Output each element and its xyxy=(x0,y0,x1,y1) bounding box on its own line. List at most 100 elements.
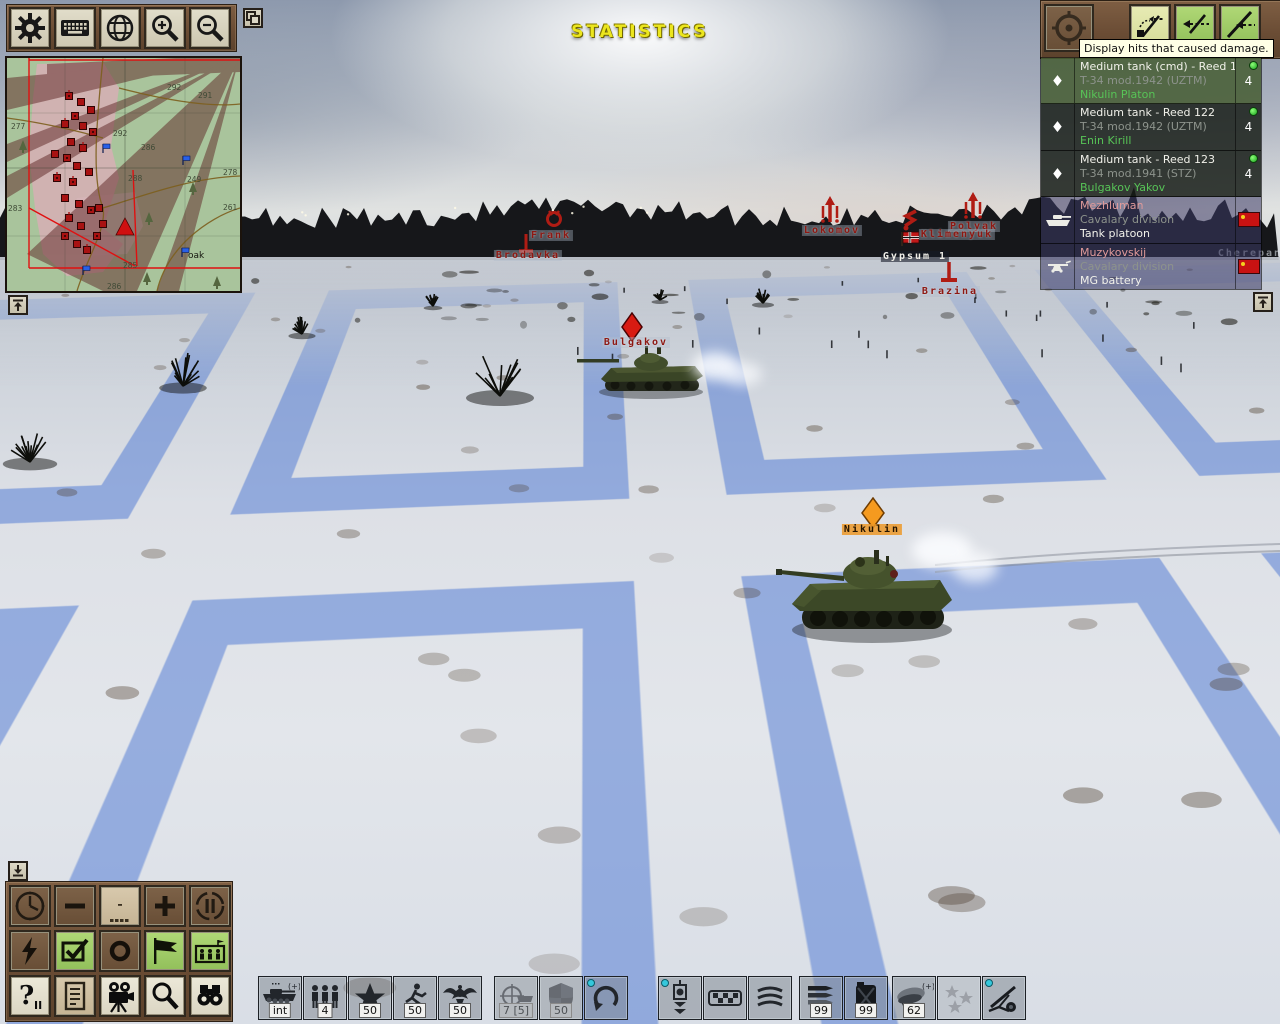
stat-stamina-button[interactable]: 50 xyxy=(393,976,437,1020)
stat-armor-button[interactable]: 50 xyxy=(539,976,583,1020)
help-button[interactable]: ? II xyxy=(9,975,51,1017)
speed-down-button[interactable] xyxy=(54,885,96,927)
formation-type-icon xyxy=(1041,244,1075,289)
stat-fuel-button[interactable]: 99 xyxy=(844,976,888,1020)
stat-value: 50 xyxy=(404,1003,426,1018)
place-label: oak xyxy=(188,251,205,261)
stat-morale-button[interactable]: 50 xyxy=(348,976,392,1020)
stat-value: 7 [5] xyxy=(499,1003,533,1018)
refresh-icon xyxy=(590,982,622,1014)
elevation-label: 249 xyxy=(187,175,202,184)
clock-button[interactable] xyxy=(9,885,51,927)
minimap[interactable]: 277 292 291 292 286 288 249 278 261 283 … xyxy=(5,56,242,293)
formation-commander: Mezhluman xyxy=(1080,199,1235,213)
unit-label: Frank xyxy=(529,230,573,241)
help-icon: ? II xyxy=(13,979,47,1013)
hull-down-button[interactable] xyxy=(658,976,702,1020)
zoom-in-icon xyxy=(149,12,181,44)
unit-row[interactable]: ♦ Medium tank (cmd) - Reed 121 T-34 mod.… xyxy=(1041,58,1261,104)
globe-button[interactable] xyxy=(99,7,141,49)
toggle-dot xyxy=(985,979,993,987)
elevation-label: 278 xyxy=(223,168,238,177)
keyboard-button[interactable] xyxy=(54,7,96,49)
elevation-label: 277 xyxy=(11,122,26,131)
selected-unit-label: Nikulin xyxy=(842,524,902,535)
confirm-order-button[interactable] xyxy=(54,930,96,972)
unit-type-icon: ♦ xyxy=(1041,104,1075,149)
camera-icon xyxy=(103,979,137,1013)
elevation-label: 261 xyxy=(223,203,238,212)
minimap-collapse-button[interactable] xyxy=(8,295,28,315)
zoom-out-button[interactable] xyxy=(189,7,231,49)
reset-orders-button[interactable] xyxy=(584,976,628,1020)
status-dot xyxy=(1249,61,1258,70)
collapse-up-icon xyxy=(1256,295,1270,309)
move-mode-button[interactable] xyxy=(748,976,792,1020)
formation-division: Cavalary division xyxy=(1080,260,1235,274)
svg-text:(+): (+) xyxy=(288,982,300,991)
checkbox-icon xyxy=(59,935,91,967)
unit-label: Klimenyuk xyxy=(919,229,995,240)
stat-experience-button[interactable]: 50 xyxy=(438,976,482,1020)
hull-down-icon xyxy=(665,979,695,1017)
elevation-label: 292 xyxy=(113,129,128,138)
unit-row[interactable]: ♦ Medium tank - Reed 122 T-34 mod.1942 (… xyxy=(1041,104,1261,150)
unit-commander: Nikulin Platon xyxy=(1080,88,1235,102)
diamond-icon: ♦ xyxy=(1051,165,1064,183)
objectives-button[interactable] xyxy=(144,930,186,972)
svg-text:?: ? xyxy=(19,981,34,1011)
formation-row[interactable]: Muzykovskij Cavalary division MG battery xyxy=(1041,244,1261,289)
plus-icon xyxy=(150,891,180,921)
tank-bulgakov[interactable] xyxy=(577,346,703,399)
clock-icon xyxy=(13,889,47,923)
unit-panel-collapse-button[interactable] xyxy=(1253,292,1273,312)
unit-subtitle: T-34 mod.1942 (UZTM) xyxy=(1080,120,1235,134)
flag-icon xyxy=(149,935,181,967)
svg-text:(+): (+) xyxy=(922,982,934,991)
restore-window-icon xyxy=(246,11,260,25)
camera-button[interactable] xyxy=(99,975,141,1017)
control-panel-collapse-button[interactable] xyxy=(8,861,28,881)
pause-button[interactable] xyxy=(189,885,231,927)
stat-officer-button[interactable]: (+) 62 xyxy=(892,976,936,1020)
elevation-label: 292 xyxy=(167,83,182,92)
pause-icon xyxy=(193,889,227,923)
tank-silhouette-icon xyxy=(1044,212,1072,228)
stat-vehicle-button[interactable]: (+) int xyxy=(258,976,302,1020)
hits-out-icon xyxy=(1224,9,1256,41)
binoculars-icon xyxy=(193,979,227,1013)
binoculars-button[interactable] xyxy=(189,975,231,1017)
status-dot xyxy=(1249,107,1258,116)
settings-button[interactable] xyxy=(9,7,51,49)
find-unit-button[interactable] xyxy=(144,975,186,1017)
stat-ranks-button[interactable] xyxy=(937,976,981,1020)
speed-up-button[interactable] xyxy=(144,885,186,927)
formation-pattern-button[interactable] xyxy=(703,976,747,1020)
game-viewport[interactable]: Frank Brodavka Lokomov Polyak Klimenyuk … xyxy=(0,0,1280,1024)
unit-roster-button[interactable] xyxy=(189,930,231,972)
crew-count: 4 xyxy=(1245,120,1253,134)
globe-icon xyxy=(104,12,136,44)
artillery-support-button[interactable] xyxy=(982,976,1026,1020)
stat-crew-button[interactable]: 4 xyxy=(303,976,347,1020)
stat-value: 99 xyxy=(855,1003,877,1018)
elevation-label: 291 xyxy=(198,91,213,100)
stat-value: 50 xyxy=(359,1003,381,1018)
document-icon xyxy=(59,980,91,1012)
log-button[interactable] xyxy=(54,975,96,1017)
checker-icon xyxy=(707,985,743,1011)
unit-type-icon: ♦ xyxy=(1041,58,1075,103)
restore-window-button[interactable] xyxy=(243,8,263,28)
crew-count: 4 xyxy=(1245,74,1253,88)
german-flag-icon xyxy=(900,231,920,247)
circle-icon xyxy=(105,936,135,966)
zoom-in-button[interactable] xyxy=(144,7,186,49)
stat-gunner-button[interactable]: 7 [5] xyxy=(494,976,538,1020)
cancel-order-button[interactable] xyxy=(99,930,141,972)
quick-orders-button[interactable] xyxy=(9,930,51,972)
unit-row[interactable]: ♦ Medium tank - Reed 123 T-34 mod.1941 (… xyxy=(1041,151,1261,197)
collapse-down-icon xyxy=(11,864,25,878)
magnifier-icon xyxy=(149,980,181,1012)
formation-row[interactable]: Mezhluman Cavalary division Tank platoon xyxy=(1041,197,1261,243)
stat-ammo-button[interactable]: 99 xyxy=(799,976,843,1020)
